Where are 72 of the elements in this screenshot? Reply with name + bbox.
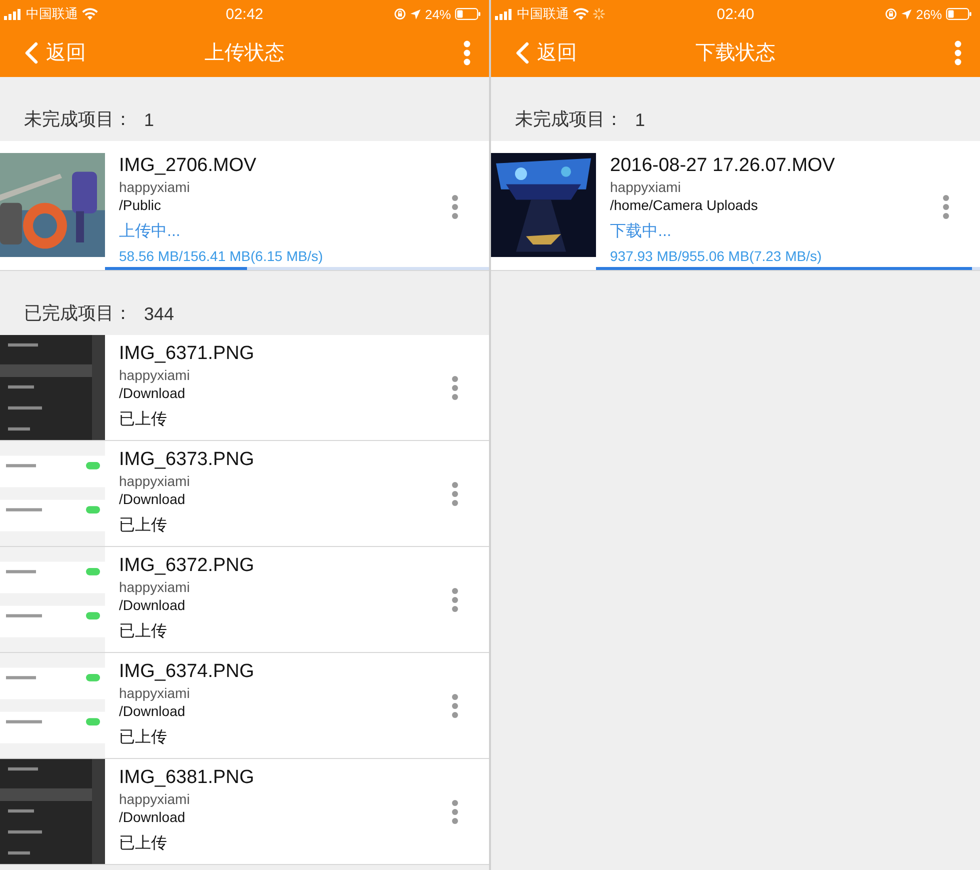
more-icon <box>451 586 459 612</box>
file-name: IMG_6374.PNG <box>119 661 256 683</box>
section-label: 已完成项目： <box>24 302 132 325</box>
carrier-name: 中国联通 <box>26 5 78 23</box>
clock-time: 02:42 <box>226 6 264 22</box>
transfer-item[interactable]: IMG_6381.PNG happyxiami /Download 已上传 <box>0 759 489 865</box>
transfer-item[interactable]: IMG_6371.PNG happyxiami /Download 已上传 <box>0 335 489 441</box>
battery-icon <box>946 8 972 20</box>
section-count: 1 <box>144 110 154 131</box>
transfer-amount: 937.93 MB/955.06 MB(7.23 MB/s) <box>610 248 823 264</box>
file-name: IMG_6372.PNG <box>119 555 256 577</box>
location-icon <box>410 8 421 20</box>
transfer-status: 已上传 <box>119 410 168 430</box>
file-owner: happyxiami <box>119 179 191 195</box>
transfer-item[interactable]: 2016-08-27 17.26.07.MOV happyxiami /home/Camera Uploads 下载中... 937.93 MB/955.06 MB(7.23 MB/s) <box>491 141 980 271</box>
file-owner: happyxiami <box>119 685 191 701</box>
wifi-icon <box>82 8 98 20</box>
file-owner: happyxiami <box>119 473 191 489</box>
signal-icon <box>495 8 513 20</box>
page-title: 下载状态 <box>696 41 776 66</box>
transfer-status: 上传中... <box>119 222 182 242</box>
section-count: 1 <box>635 110 646 131</box>
page-title: 上传状态 <box>204 41 284 66</box>
file-owner: happyxiami <box>119 367 191 383</box>
more-icon <box>942 194 950 220</box>
file-owner: happyxiami <box>119 791 191 807</box>
section-count: 344 <box>144 304 174 325</box>
transfer-status: 下载中... <box>610 222 672 242</box>
transfer-status: 已上传 <box>119 834 168 854</box>
file-name: IMG_6381.PNG <box>119 767 256 789</box>
file-name: IMG_6371.PNG <box>119 343 256 365</box>
file-path: /Download <box>119 703 186 719</box>
carrier-name: 中国联通 <box>517 5 569 23</box>
location-icon <box>900 8 912 20</box>
file-path: /home/Camera Uploads <box>610 197 759 213</box>
rotation-lock-icon <box>394 8 406 20</box>
battery-percent: 24% <box>424 6 451 22</box>
chevron-left-icon <box>24 42 38 64</box>
wifi-icon <box>573 8 589 20</box>
file-owner: happyxiami <box>610 179 682 195</box>
transfer-item[interactable]: IMG_6374.PNG happyxiami /Download 已上传 <box>0 653 489 759</box>
more-icon <box>451 194 459 220</box>
clock-time: 02:40 <box>716 6 754 22</box>
section-label: 未完成项目： <box>515 108 623 131</box>
file-path: /Download <box>119 385 186 401</box>
signal-icon <box>4 8 22 20</box>
more-icon <box>451 374 459 400</box>
file-name: IMG_2706.MOV <box>119 155 258 177</box>
file-path: /Download <box>119 491 186 507</box>
more-icon <box>451 480 459 506</box>
file-name: 2016-08-27 17.26.07.MOV <box>610 155 836 177</box>
file-path: /Public <box>119 197 162 213</box>
battery-icon <box>455 8 481 20</box>
transfer-item[interactable]: IMG_6372.PNG happyxiami /Download 已上传 <box>0 547 489 653</box>
transfer-item[interactable]: IMG_2706.MOV happyxiami /Public 上传中... 58.56 MB/156.41 MB(6.15 MB/s) <box>0 141 489 271</box>
more-icon <box>954 40 962 66</box>
section-label: 未完成项目： <box>24 108 132 131</box>
transfer-item[interactable]: IMG_6373.PNG happyxiami /Download 已上传 <box>0 441 489 547</box>
transfer-status: 已上传 <box>119 622 168 642</box>
file-path: /Download <box>119 809 186 825</box>
rotation-lock-icon <box>884 8 897 20</box>
transfer-amount: 58.56 MB/156.41 MB(6.15 MB/s) <box>119 248 324 264</box>
file-name: IMG_6373.PNG <box>119 449 256 471</box>
battery-percent: 26% <box>916 6 942 22</box>
transfer-status: 已上传 <box>119 516 168 536</box>
transfer-status: 已上传 <box>119 728 168 748</box>
file-owner: happyxiami <box>119 579 191 595</box>
more-icon <box>463 40 471 66</box>
more-icon <box>451 798 459 824</box>
file-path: /Download <box>119 597 186 613</box>
chevron-left-icon <box>515 42 529 64</box>
more-icon <box>451 692 459 718</box>
